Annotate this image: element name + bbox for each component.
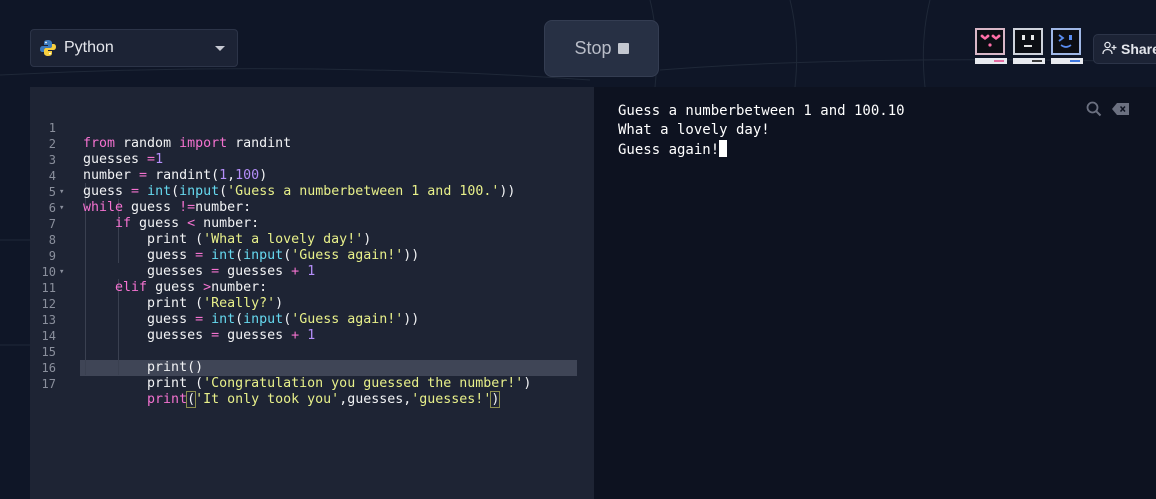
console-line: What a lovely day! (618, 122, 770, 138)
code-line: 6 ▾ if guess < number: (48, 201, 260, 231)
search-icon[interactable] (1086, 101, 1102, 121)
collaborator-avatars (975, 28, 1083, 64)
code-line: 5 ▾ while guess !=number: (48, 185, 252, 215)
code-line: 8 guess = int(input('Guess again!')) (48, 233, 420, 263)
avatar-neutral-face-icon[interactable] (1013, 28, 1045, 64)
code-line: 3 number = randint(1,100) (48, 153, 268, 183)
clear-console-icon[interactable] (1112, 103, 1130, 119)
add-user-icon (1102, 41, 1117, 58)
console-line: Guess again! (618, 140, 728, 159)
code-line: 13 guesses = guesses + 1 (41, 313, 316, 343)
share-label: Share (1121, 41, 1156, 57)
console-output[interactable]: Guess a numberbetween 1 and 100.10 What … (594, 87, 1156, 499)
console-toolbar (1086, 101, 1130, 121)
stop-square-icon (617, 43, 629, 54)
code-line: 4 guess = int(input('Guess a numberbetwe… (48, 169, 516, 199)
language-label: Python (64, 39, 114, 56)
code-line: 14 (41, 329, 56, 343)
code-line: 9 guesses = guesses + 1 (48, 249, 316, 279)
avatar-heart-eyes-icon[interactable] (975, 28, 1007, 64)
code-line: 16 print ('Congratulation you guessed th… (41, 361, 532, 391)
code-line: 2 guesses =1 (48, 137, 164, 167)
code-editor[interactable]: 1 from random import randint 2 guesses =… (30, 87, 594, 499)
code-line: 15 print() (41, 345, 204, 375)
code-line: 10 ▾ elif guess >number: (41, 265, 268, 295)
console-line-text: Guess again! (618, 142, 720, 158)
stop-button[interactable]: Stop (544, 20, 659, 77)
stop-label: Stop (574, 38, 612, 58)
share-button[interactable]: Share (1093, 34, 1156, 64)
python-logo-icon (39, 39, 57, 57)
text-cursor (719, 140, 728, 157)
chevron-down-icon (215, 45, 225, 51)
console-line: Guess a numberbetween 1 and 100.10 (618, 103, 905, 119)
code-line-active: 17 print('It only took you',guesses,'gue… (41, 377, 501, 408)
code-line: 12 guess = int(input('Guess again!')) (41, 297, 420, 327)
code-line: 7 print ('What a lovely day!') (48, 217, 372, 247)
code-line: 11 print ('Really?') (41, 281, 284, 311)
avatar-wink-face-icon[interactable] (1051, 28, 1083, 64)
code-line: 1 from random import randint (48, 121, 292, 151)
language-select[interactable]: Python (30, 29, 238, 67)
